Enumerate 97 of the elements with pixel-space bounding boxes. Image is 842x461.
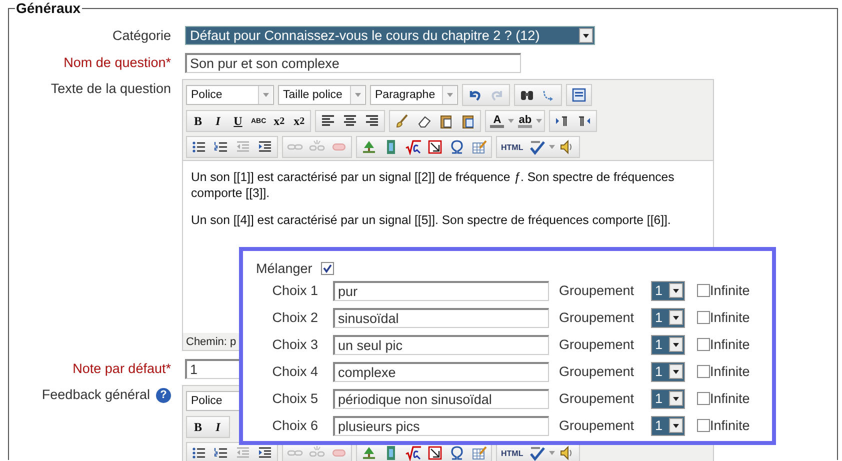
group-label: Groupement xyxy=(559,337,636,352)
caret-icon xyxy=(673,316,679,320)
infinite-label: Infinite xyxy=(710,310,750,325)
caret-icon xyxy=(673,288,679,292)
input-field[interactable]: Son pur et son complexe xyxy=(185,53,521,73)
brush-icon xyxy=(394,113,410,129)
group-label: Groupement xyxy=(559,418,636,433)
checkbox[interactable] xyxy=(697,419,710,432)
html-button[interactable]: HTML xyxy=(499,138,526,156)
sqrt-button[interactable] xyxy=(403,138,423,156)
field-label: Note par défaut* xyxy=(72,360,171,376)
sqrt-icon xyxy=(405,445,421,461)
color-button[interactable]: ab xyxy=(516,112,534,130)
checkbox[interactable] xyxy=(697,311,710,324)
caret-icon xyxy=(673,370,679,374)
image-icon xyxy=(361,139,377,155)
field-label: Catégorie xyxy=(111,27,171,43)
infinite-label: Infinite xyxy=(710,364,750,379)
infinite-label: Infinite xyxy=(710,418,750,433)
bullets-icon xyxy=(191,139,207,155)
infinite-label: Infinite xyxy=(710,391,750,406)
select-value: Police xyxy=(191,89,222,101)
format-button[interactable]: I xyxy=(209,112,227,130)
font-select[interactable]: Taille police xyxy=(278,85,366,105)
field-label: Texte de la question xyxy=(50,80,171,96)
choice-input[interactable]: plusieurs pics xyxy=(333,416,549,436)
select-value: Police xyxy=(191,395,222,407)
caret-icon xyxy=(673,424,679,428)
group-label: Groupement xyxy=(559,391,636,406)
format-button[interactable]: B xyxy=(189,418,207,436)
choice-label: Choix 1 xyxy=(271,283,319,298)
checkbox[interactable] xyxy=(697,392,710,405)
bullets-icon xyxy=(191,445,207,461)
caret-icon xyxy=(549,145,556,149)
shuffle-label: Mélanger xyxy=(256,260,312,276)
group-select[interactable]: 1 xyxy=(651,388,685,408)
checkbox[interactable] xyxy=(697,338,710,351)
select-value: Taille police xyxy=(283,89,342,101)
paragraph: Un son [[1]] est caractérisé par un signal [[2]] de fréquence ƒ. Son spectre de fréquences comporte [[3]]. xyxy=(191,169,676,201)
help-icon[interactable]: ? xyxy=(156,388,171,403)
checkbox[interactable] xyxy=(697,284,710,297)
group-select[interactable]: 1 xyxy=(651,362,685,382)
choice-input[interactable]: complexe xyxy=(333,362,549,382)
tableedit-icon xyxy=(471,139,487,155)
choice-label: Choix 2 xyxy=(271,310,319,325)
choice-label: Choix 4 xyxy=(271,364,319,379)
group-select[interactable]: 1 xyxy=(651,280,685,300)
infinite-label: Infinite xyxy=(710,337,750,352)
group-label: Groupement xyxy=(559,310,636,325)
choice-input[interactable]: sinusoïdal xyxy=(333,308,549,328)
field-label: Nom de question* xyxy=(62,54,171,70)
section-legend: Généraux xyxy=(15,0,82,16)
color-button[interactable]: A xyxy=(488,112,506,130)
group-select[interactable]: 1 xyxy=(651,334,685,354)
caret-icon xyxy=(262,93,268,97)
caret-icon xyxy=(508,119,514,123)
category-select[interactable]: Défaut pour Connaissez-vous le cours du chapitre 2 ? (12) xyxy=(185,26,595,45)
select-value: Paragraphe xyxy=(375,89,436,101)
checkbox[interactable] xyxy=(321,262,334,274)
choice-input[interactable]: pur xyxy=(333,280,549,300)
font-select[interactable]: Paragraphe xyxy=(370,85,458,105)
choice-label: Choix 3 xyxy=(271,337,319,352)
infinite-label: Infinite xyxy=(710,283,750,298)
font-select[interactable]: Police xyxy=(186,85,274,105)
paragraph: Un son [[4]] est caractérisé par un signal [[5]]. Son spectre de fréquences comporte [[6]]. xyxy=(191,212,672,228)
group-label: Groupement xyxy=(559,364,636,379)
html-button[interactable]: HTML xyxy=(499,444,526,461)
choice-input[interactable]: périodique non sinusoïdal xyxy=(333,388,549,408)
group-select[interactable]: 1 xyxy=(651,416,685,436)
field-label: Feedback général xyxy=(42,387,150,402)
caret-icon xyxy=(446,93,452,97)
window-icon xyxy=(571,87,587,103)
sqrt-icon xyxy=(405,139,421,155)
choice-input[interactable]: un seul pic xyxy=(333,334,549,354)
group-select[interactable]: 1 xyxy=(651,308,685,328)
omega-icon xyxy=(449,445,465,461)
choice-label: Choix 5 xyxy=(271,391,319,406)
image-icon xyxy=(361,445,377,461)
caret-icon xyxy=(673,396,679,400)
group-label: Groupement xyxy=(559,283,636,298)
choice-label: Choix 6 xyxy=(271,418,319,433)
sqrt-button[interactable] xyxy=(403,444,423,461)
spell-button[interactable] xyxy=(527,444,548,461)
format-button[interactable]: I xyxy=(209,418,227,436)
caret-icon xyxy=(583,34,589,38)
format-button[interactable]: U xyxy=(229,112,247,130)
caret-icon xyxy=(673,342,679,346)
spell-button[interactable] xyxy=(527,138,548,156)
format-button[interactable]: B xyxy=(189,112,207,130)
path-label: Chemin: p xyxy=(186,336,236,348)
omega-icon xyxy=(449,139,465,155)
spell-icon xyxy=(529,445,546,461)
caret-icon xyxy=(536,119,542,123)
spell-icon xyxy=(529,139,546,155)
caret-icon xyxy=(549,451,556,455)
checkbox[interactable] xyxy=(697,365,710,378)
caret-icon xyxy=(354,93,360,97)
